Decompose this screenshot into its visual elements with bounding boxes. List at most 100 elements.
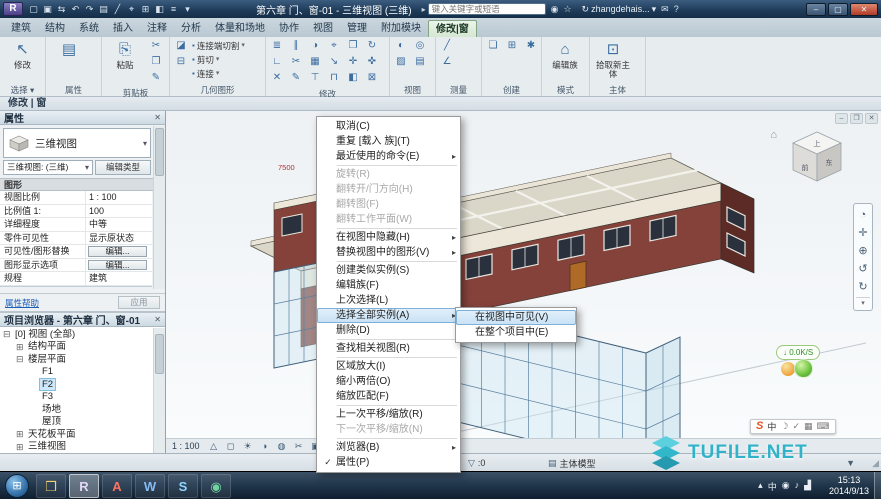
crop-view-icon[interactable]: ✂ (292, 440, 306, 453)
demolish-icon[interactable]: ⊠ (364, 71, 380, 85)
context-menu-item[interactable]: 删除(D) (317, 323, 460, 338)
detail-level-icon[interactable]: △ (207, 440, 221, 453)
context-menu-item[interactable]: 缩放匹配(F) (317, 389, 460, 404)
paste-button[interactable]: ⎘ 粘贴 (105, 39, 145, 70)
viewcube-home-icon[interactable]: ⌂ (770, 129, 777, 141)
project-browser-header[interactable]: 项目浏览器 - 第六章 门、窗-01 ✕ (0, 313, 165, 327)
submenu-item[interactable]: 在整个项目中(E) (456, 325, 576, 340)
tree-item[interactable]: ⊞ 结构平面 (0, 341, 165, 354)
cope-icon[interactable]: ⊓ (326, 71, 342, 85)
measure-icon[interactable]: ╱ (111, 3, 124, 16)
match-type-icon[interactable]: ✎ (148, 71, 164, 85)
pin-icon[interactable]: ✛ (345, 55, 361, 69)
scale-icon[interactable]: ↘ (326, 55, 342, 69)
rewind-icon[interactable]: ↺ (854, 260, 872, 278)
shadows-icon[interactable]: ◑ (258, 440, 272, 453)
pan-icon[interactable]: ✛ (854, 224, 872, 242)
create-similar-icon[interactable]: ❏ (485, 39, 501, 53)
ribbon-tab[interactable]: 修改|窗 (428, 20, 477, 37)
sign-in-area[interactable]: ↻ zhangdehais... ▾ (582, 4, 657, 15)
angle-dim-icon[interactable]: ∠ (439, 55, 455, 69)
network-icon[interactable]: ▟ (804, 480, 811, 493)
tree-item[interactable]: F2 (0, 378, 165, 391)
isolate-icon[interactable]: ◎ (412, 39, 428, 53)
type-selector[interactable]: 三维视图 ▾ (3, 128, 151, 158)
context-menu-item[interactable]: 上次选择(L) (317, 293, 460, 308)
context-menu-item[interactable]: 缩小两倍(O) (317, 374, 460, 389)
edit-type-button[interactable]: 编辑类型 (95, 160, 151, 175)
context-menu-item[interactable]: 选择全部实例(A) (317, 308, 460, 323)
context-menu-item[interactable]: 取消(C) (317, 119, 460, 134)
ribbon-tab[interactable]: 建筑 (4, 20, 38, 37)
ribbon-tab[interactable]: 视图 (306, 20, 340, 37)
selection-count[interactable]: ▽ :0 (468, 456, 485, 470)
move-icon[interactable]: ⌖ (326, 39, 342, 53)
create-group-icon[interactable]: ⊞ (504, 39, 520, 53)
context-menu-item[interactable]: 翻转工作平面(W) (317, 212, 460, 227)
help-icon[interactable]: ? (674, 4, 679, 14)
properties-scrollbar[interactable] (153, 126, 165, 289)
context-menu-item[interactable]: 在视图中隐藏(H) (317, 230, 460, 245)
match-icon[interactable]: ✎ (288, 71, 304, 85)
sun-path-icon[interactable]: ☀ (241, 440, 255, 453)
property-row[interactable]: 比例值 1: 100 (0, 205, 152, 219)
ribbon-tab[interactable]: 分析 (174, 20, 208, 37)
browser-scrollbar[interactable] (153, 328, 165, 453)
browser-icon[interactable]: ◉ (201, 474, 231, 498)
sogou-browser-icon[interactable]: S (168, 474, 198, 498)
hide-in-view-icon[interactable]: ◐ (393, 39, 409, 53)
tree-item[interactable]: F3 (0, 391, 165, 404)
geometry-tool[interactable]: 连接 (192, 67, 245, 81)
ribbon-tab[interactable]: 插入 (106, 20, 140, 37)
filter-selection[interactable]: ▼ (846, 456, 855, 470)
default-3d-view-icon[interactable]: ⊞ (139, 3, 152, 16)
start-button[interactable]: ⊞ (5, 474, 29, 498)
sogou-logo-icon[interactable]: S (756, 420, 763, 433)
context-menu-item[interactable]: 翻转开/门方向(H) (317, 182, 460, 197)
modify-button[interactable]: ↖ 修改 (3, 39, 42, 70)
context-menu-item[interactable]: 最近使用的命令(E) (317, 149, 460, 164)
mirror-icon[interactable]: ◑ (307, 39, 323, 53)
explorer-icon[interactable]: ❒ (36, 474, 66, 498)
edit-family-button[interactable]: ⌂ 编辑族 (545, 39, 585, 70)
properties-header[interactable]: 属性 ✕ (0, 111, 165, 125)
property-row[interactable]: 零件可见性 显示原状态 (0, 232, 152, 246)
ime-tray-icon[interactable]: 中 (768, 480, 777, 493)
property-row[interactable]: 视图比例 1 : 100 (0, 191, 152, 205)
geometry-tool[interactable]: 连接端切割 (192, 39, 245, 53)
show-desktop-button[interactable] (874, 472, 881, 499)
hidden-icons-arrow[interactable]: ▴ (758, 480, 763, 493)
expander-icon[interactable]: ⊞ (16, 342, 26, 352)
measure-tool-icon[interactable]: ╱ (439, 39, 455, 53)
revit-icon[interactable]: R (69, 474, 99, 498)
weather-orb-icon[interactable] (781, 362, 795, 376)
property-row[interactable]: 规程 建筑 (0, 272, 152, 286)
undo-icon[interactable]: ↶ (69, 3, 82, 16)
sync-icon[interactable]: ⇆ (55, 3, 68, 16)
property-row[interactable]: 图形显示选项 编辑... (0, 259, 152, 273)
security-tray-icon[interactable]: ◉ (782, 480, 790, 493)
redo-icon[interactable]: ↷ (83, 3, 96, 16)
split-icon[interactable]: ✂ (288, 55, 304, 69)
resize-grip[interactable]: ◢ (872, 458, 879, 469)
context-menu-item[interactable]: 编辑族(F) (317, 278, 460, 293)
rotate-icon[interactable]: ↻ (364, 39, 380, 53)
context-menu-item[interactable]: 创建类似实例(S) (317, 263, 460, 278)
context-menu-item[interactable]: 上一次平移/缩放(R) (317, 407, 460, 422)
ribbon-tab[interactable]: 管理 (340, 20, 374, 37)
volume-icon[interactable]: ♪ (795, 480, 800, 493)
communication-icon[interactable]: ✉ (661, 4, 669, 15)
array-icon[interactable]: ▦ (307, 55, 323, 69)
copy-icon[interactable]: ❐ (148, 55, 164, 69)
ime-mode-toggle[interactable]: 中 (767, 420, 776, 433)
moon-icon[interactable]: ☽ (780, 421, 788, 432)
view-restore-icon[interactable]: ❐ (850, 113, 863, 124)
net-speed-orb-icon[interactable] (794, 359, 813, 378)
section-icon[interactable]: ◧ (153, 3, 166, 16)
cut-geometry-icon[interactable]: ◪ (173, 39, 189, 53)
open-icon[interactable]: ▢ (27, 3, 40, 16)
tree-item[interactable]: ⊞ 天花板平面 (0, 428, 165, 441)
tree-item[interactable]: 场地 (0, 403, 165, 416)
view-selector-dropdown[interactable]: 三维视图: (三维) (3, 160, 93, 175)
3d-model-view[interactable] (166, 111, 881, 453)
